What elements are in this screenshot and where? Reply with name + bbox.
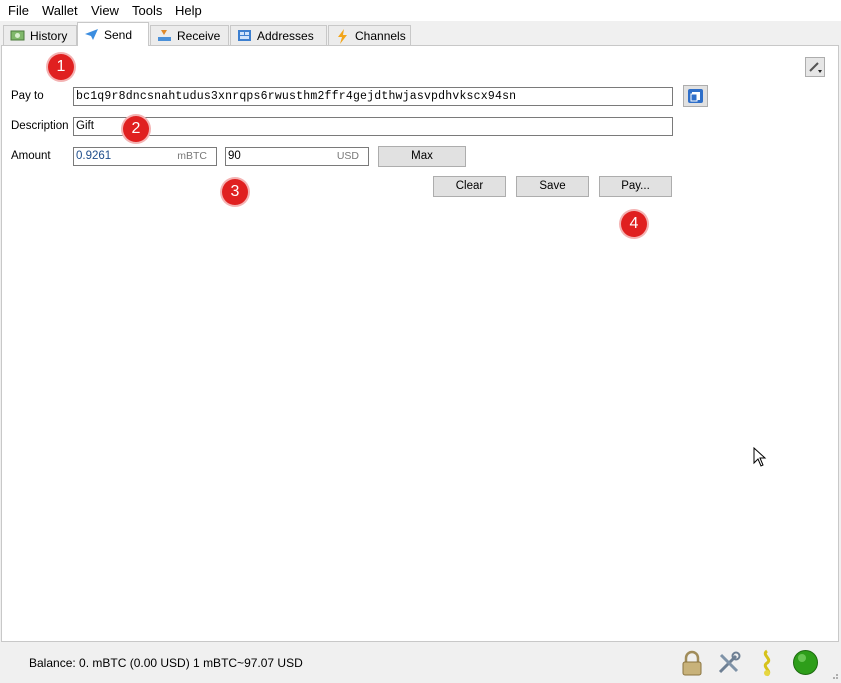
- tab-addresses-label: Addresses: [257, 28, 314, 43]
- addresses-icon: [237, 29, 252, 42]
- menu-tools[interactable]: Tools: [132, 3, 162, 18]
- edit-icon: [806, 62, 824, 79]
- preferences-dropdown-button[interactable]: [805, 57, 825, 77]
- seed-icon[interactable]: [755, 649, 779, 680]
- history-icon: [10, 29, 25, 42]
- tab-send[interactable]: Send: [77, 22, 149, 46]
- pay-button[interactable]: Pay...: [599, 176, 672, 197]
- step-badge-3: 3: [222, 179, 248, 205]
- amount-fiat-value: 90: [228, 150, 241, 162]
- pay-to-input[interactable]: bc1q9r8dncsnahtudus3xnrqps6rwusthm2ffr4g…: [73, 87, 673, 106]
- send-icon: [84, 28, 99, 41]
- network-status-icon[interactable]: [792, 649, 819, 679]
- amount-fiat-unit: USD: [336, 150, 359, 162]
- pay-to-label: Pay to: [11, 90, 44, 102]
- paste-button[interactable]: [683, 85, 708, 107]
- max-button[interactable]: Max: [378, 146, 466, 167]
- paste-icon: [684, 89, 707, 109]
- step-badge-2: 2: [123, 116, 149, 142]
- description-input[interactable]: Gift: [73, 117, 673, 136]
- tab-addresses[interactable]: Addresses: [230, 25, 327, 45]
- tab-channels[interactable]: Channels: [328, 25, 411, 45]
- tab-receive[interactable]: Receive: [150, 25, 229, 45]
- tab-send-label: Send: [104, 27, 133, 42]
- clear-button[interactable]: Clear: [433, 176, 506, 197]
- tab-bar: History Send Receive Addresses Channels: [0, 21, 841, 46]
- description-label: Description: [11, 120, 69, 132]
- status-bar: Balance: 0. mBTC (0.00 USD) 1 mBTC~97.07…: [0, 643, 841, 680]
- menu-help[interactable]: Help: [175, 3, 202, 18]
- amount-btc-input[interactable]: 0.9261 mBTC: [73, 147, 217, 166]
- lightning-icon: [335, 29, 350, 44]
- tab-history[interactable]: History: [3, 25, 77, 45]
- balance-text: Balance: 0. mBTC (0.00 USD) 1 mBTC~97.07…: [29, 656, 303, 670]
- tools-icon[interactable]: [716, 650, 742, 679]
- step-badge-1: 1: [48, 54, 74, 80]
- amount-btc-unit: mBTC: [177, 150, 207, 162]
- receive-icon: [157, 29, 172, 42]
- menu-bar: File Wallet View Tools Help: [0, 0, 841, 21]
- menu-wallet[interactable]: Wallet: [42, 3, 78, 18]
- resize-grip-icon[interactable]: [829, 669, 839, 683]
- tab-receive-label: Receive: [177, 28, 221, 43]
- step-badge-4: 4: [621, 211, 647, 237]
- menu-file[interactable]: File: [8, 3, 29, 18]
- save-button[interactable]: Save: [516, 176, 589, 197]
- tab-channels-label: Channels: [355, 28, 406, 43]
- tab-history-label: History: [30, 28, 68, 43]
- amount-fiat-input[interactable]: 90 USD: [225, 147, 369, 166]
- amount-btc-value: 0.9261: [76, 150, 112, 162]
- lock-icon[interactable]: [679, 650, 705, 679]
- mouse-cursor-icon: [753, 446, 767, 471]
- menu-view[interactable]: View: [91, 3, 119, 18]
- amount-label: Amount: [11, 150, 51, 162]
